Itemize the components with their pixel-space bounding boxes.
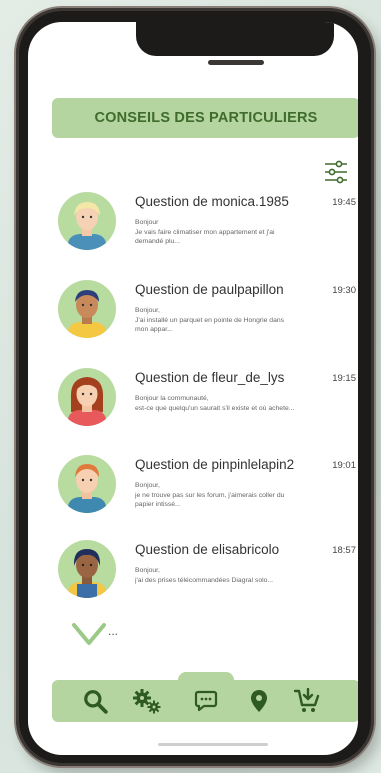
home-indicator xyxy=(158,743,268,746)
question-item-fleur-de-lys[interactable]: Question de fleur_de_lys 19:15 Bonjour l… xyxy=(58,368,358,448)
avatar xyxy=(58,455,116,513)
question-title: Question de monica.1985 xyxy=(135,194,289,209)
question-title: Question de paulpapillon xyxy=(135,282,284,297)
question-item-monica[interactable]: Question de monica.1985 19:45 Bonjour Je… xyxy=(58,192,358,272)
phone-notch xyxy=(136,22,334,56)
page-title: CONSEILS DES PARTICULIERS xyxy=(94,110,318,126)
avatar xyxy=(58,368,116,426)
question-item-pinpinlelapin2[interactable]: Question de pinpinlelapin2 19:01 Bonjour… xyxy=(58,455,358,535)
avatar xyxy=(58,540,116,598)
question-preview: Bonjour, j'ai des prises télécommandées … xyxy=(135,567,274,584)
cart-icon[interactable] xyxy=(292,686,322,716)
question-preview: Bonjour la communauté, est-ce que quelqu… xyxy=(135,395,295,412)
location-pin-icon[interactable] xyxy=(244,686,274,716)
question-preview: Bonjour Je vais faire climatiser mon app… xyxy=(135,219,275,245)
question-item-paulpapillon[interactable]: Question de paulpapillon 19:30 Bonjour, … xyxy=(58,280,358,360)
page-title-bar: CONSEILS DES PARTICULIERS xyxy=(52,98,358,138)
chat-icon[interactable] xyxy=(191,686,221,716)
search-icon[interactable] xyxy=(80,686,110,716)
more-ellipsis: ... xyxy=(108,624,119,638)
app-screen: CONSEILS DES PARTICULIERS Question de mo… xyxy=(28,22,358,755)
question-preview: Bonjour, je ne trouve pas sur les forum,… xyxy=(135,482,285,508)
question-time: 19:01 xyxy=(332,460,356,471)
question-time: 19:30 xyxy=(332,285,356,296)
question-title: Question de fleur_de_lys xyxy=(135,370,285,385)
settings-gears-icon[interactable] xyxy=(132,686,162,716)
question-title: Question de elisabricolo xyxy=(135,542,280,557)
question-time: 19:15 xyxy=(332,373,356,384)
show-more-button[interactable]: ... xyxy=(72,622,132,652)
phone-speaker xyxy=(208,60,264,65)
avatar xyxy=(58,192,116,250)
question-preview: Bonjour, J'ai installé un parquet en poi… xyxy=(135,307,285,333)
filter-sliders-icon[interactable] xyxy=(324,160,348,184)
question-item-elisabricolo[interactable]: Question de elisabricolo 18:57 Bonjour, … xyxy=(58,540,358,620)
chevron-down-icon xyxy=(72,623,106,645)
avatar xyxy=(58,280,116,338)
question-time: 18:57 xyxy=(332,545,356,556)
question-title: Question de pinpinlelapin2 xyxy=(135,457,295,472)
question-time: 19:45 xyxy=(332,197,356,208)
